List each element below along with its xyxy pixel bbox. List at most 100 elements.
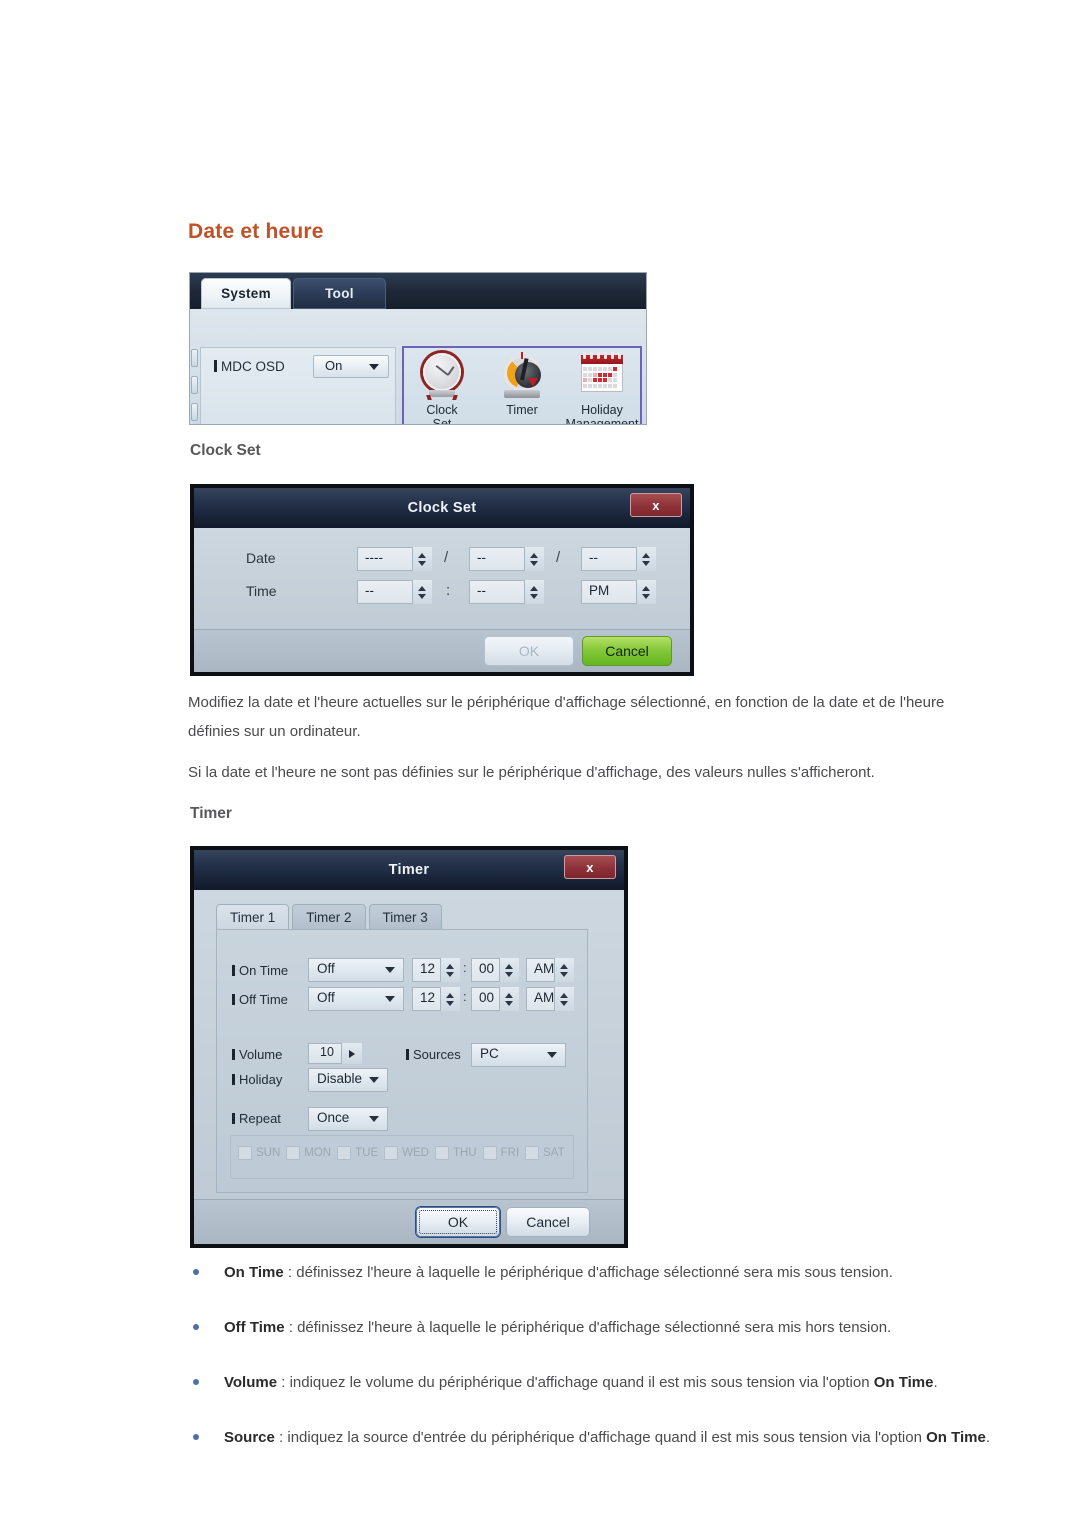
date-time-icon-group: Clock Set Timer Holiday Management — [402, 346, 642, 424]
desc-volume: : indiquez le volume du périphérique d'a… — [277, 1374, 874, 1391]
time-minute-spinner[interactable]: -- — [469, 580, 544, 604]
weekday-thu[interactable]: THU — [434, 1146, 477, 1160]
weekday-sat[interactable]: SAT — [525, 1146, 565, 1160]
date-month-spinner[interactable]: -- — [469, 547, 544, 571]
on-time-minute-value: 00 — [479, 961, 495, 976]
subheading-timer: Timer — [190, 805, 232, 822]
date-label: Date — [246, 550, 276, 566]
off-time-meridiem-spinner[interactable]: AM — [526, 987, 574, 1011]
volume-stepper[interactable]: 10 — [308, 1043, 362, 1064]
weekday-fri[interactable]: FRI — [482, 1146, 519, 1160]
clock-set-dialog: Clock Set x Date ---- / -- / -- Time -- … — [190, 484, 694, 676]
term-source-on-time: On Time — [926, 1429, 986, 1446]
date-day-spinner[interactable]: -- — [581, 547, 656, 571]
tab-timer-3[interactable]: Timer 3 — [368, 904, 442, 930]
desc-source: : indiquez la source d'entrée du périphé… — [274, 1429, 927, 1446]
clock-set-cancel-button[interactable]: Cancel — [582, 636, 672, 666]
time-meridiem-spinner[interactable]: PM — [581, 580, 656, 604]
off-time-minute-spinner[interactable]: 00 — [471, 987, 519, 1011]
holiday-select[interactable]: Disable — [308, 1068, 388, 1092]
off-time-mode-value: Off — [317, 990, 335, 1005]
checkbox-tue[interactable] — [337, 1146, 352, 1160]
bullet-icon — [193, 1434, 199, 1440]
time-separator-1: : — [446, 582, 451, 599]
date-year-spinner[interactable]: ---- — [357, 547, 432, 571]
clock-set-button[interactable]: Clock Set — [402, 346, 482, 424]
on-time-minute-spinner[interactable]: 00 — [471, 958, 519, 982]
chevron-down-icon — [385, 996, 395, 1002]
system-panel-body: MDC OSD On Clock Set Timer Holiday Manag… — [190, 309, 646, 424]
date-year-value: ---- — [365, 550, 383, 565]
clock-set-ok-button[interactable]: OK — [484, 636, 574, 666]
timer-button[interactable]: Timer — [482, 346, 562, 424]
sources-value: PC — [480, 1046, 499, 1061]
repeat-select[interactable]: Once — [308, 1107, 388, 1131]
bullet-icon — [193, 1379, 199, 1385]
checkbox-sat[interactable] — [525, 1146, 540, 1160]
mdc-osd-select[interactable]: On — [313, 355, 389, 378]
repeat-label: Repeat — [232, 1111, 281, 1126]
checkbox-mon[interactable] — [286, 1146, 301, 1160]
document-page: Date et heure System Tool MDC OSD On Clo… — [0, 0, 1080, 1527]
tab-timer-1[interactable]: Timer 1 — [216, 904, 290, 930]
panel-left-stubs — [190, 349, 199, 424]
chevron-down-icon — [369, 1116, 379, 1122]
off-time-hour-spinner[interactable]: 12 — [412, 987, 460, 1011]
on-time-mode-value: Off — [317, 961, 335, 976]
tab-tool[interactable]: Tool — [293, 278, 386, 309]
timer-caption: Timer — [506, 403, 538, 417]
term-source: Source — [224, 1429, 275, 1446]
off-time-mode-select[interactable]: Off — [308, 987, 404, 1011]
clock-set-caption: Clock Set — [426, 403, 458, 424]
checkbox-wed[interactable] — [384, 1146, 399, 1160]
off-time-label: Off Time — [232, 992, 288, 1007]
holiday-management-button[interactable]: Holiday Management — [562, 346, 642, 424]
weekday-tue[interactable]: TUE — [337, 1146, 378, 1160]
weekday-sun[interactable]: SUN — [238, 1146, 280, 1160]
holiday-label: Holiday — [232, 1072, 282, 1087]
paragraph-1: Modifiez la date et l'heure actuelles su… — [188, 694, 945, 740]
mdc-osd-group: MDC OSD On — [200, 347, 396, 424]
off-time-hour-value: 12 — [420, 990, 436, 1005]
close-icon[interactable]: x — [564, 855, 616, 879]
sources-select[interactable]: PC — [471, 1043, 566, 1067]
desc-off-time: : définissez l'heure à laquelle le périp… — [284, 1319, 892, 1336]
holiday-management-icon — [577, 352, 627, 400]
mdc-osd-label: MDC OSD — [214, 359, 285, 374]
off-time-meridiem-value: AM — [534, 990, 555, 1005]
off-time-separator: : — [463, 989, 467, 1004]
checkbox-sun[interactable] — [238, 1146, 252, 1160]
repeat-value: Once — [317, 1110, 350, 1125]
system-panel-tabbar: System Tool — [190, 273, 646, 309]
off-time-minute-value: 00 — [479, 990, 495, 1005]
desc-source-end: . — [985, 1429, 991, 1446]
on-time-hour-spinner[interactable]: 12 — [412, 958, 460, 982]
paragraph-2: Si la date et l'heure ne sont pas défini… — [188, 764, 875, 781]
bullet-icon — [193, 1269, 199, 1275]
holiday-value: Disable — [317, 1071, 363, 1086]
timer-ok-button[interactable]: OK — [416, 1207, 500, 1237]
on-time-meridiem-spinner[interactable]: AM — [526, 958, 574, 982]
weekday-wed[interactable]: WED — [384, 1146, 429, 1160]
tab-timer-2[interactable]: Timer 2 — [292, 904, 366, 930]
time-hour-value: -- — [365, 583, 374, 598]
checkbox-fri[interactable] — [482, 1146, 497, 1160]
on-time-separator: : — [463, 960, 467, 975]
timer-cancel-button[interactable]: Cancel — [506, 1207, 590, 1237]
time-hour-spinner[interactable]: -- — [357, 580, 432, 604]
weekday-mon[interactable]: MON — [286, 1146, 331, 1160]
tab-system[interactable]: System — [201, 278, 291, 309]
timer-content: Timer 1 Timer 2 Timer 3 On Time Off 12:… — [194, 890, 624, 1208]
checkbox-thu[interactable] — [434, 1146, 449, 1160]
mdc-osd-value: On — [325, 358, 343, 373]
chevron-down-icon — [385, 967, 395, 973]
close-icon[interactable]: x — [630, 493, 682, 517]
date-month-value: -- — [477, 550, 486, 565]
timer-1-panel: On Time Off 12 : 00 AM Off Time Off 12:… — [216, 929, 588, 1193]
list-item: Off Time : définissez l'heure à laquelle… — [188, 1313, 1018, 1342]
on-time-mode-select[interactable]: Off — [308, 958, 404, 982]
page-title: Date et heure — [188, 220, 324, 243]
time-meridiem-value: PM — [589, 583, 610, 598]
timer-tab-strip: Timer 1 Timer 2 Timer 3 — [216, 904, 445, 930]
subheading-clock-set: Clock Set — [190, 442, 261, 459]
